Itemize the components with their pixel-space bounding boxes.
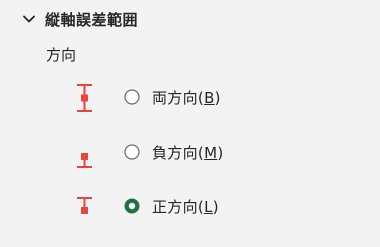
direction-option-plus[interactable]: 正方向(L) bbox=[70, 189, 320, 223]
radio-minus[interactable] bbox=[124, 144, 140, 160]
option-label-both: 両方向(B) bbox=[152, 88, 221, 107]
direction-group-label: 方向 bbox=[46, 46, 77, 64]
error-bar-minus-icon bbox=[77, 153, 92, 168]
direction-option-both[interactable]: 両方向(B) bbox=[70, 80, 320, 114]
option-label-plus: 正方向(L) bbox=[152, 197, 219, 216]
direction-option-minus[interactable]: 負方向(M) bbox=[70, 135, 320, 169]
vertical-error-bars-section-header[interactable]: 縦軸誤差範囲 bbox=[22, 7, 138, 31]
section-title: 縦軸誤差範囲 bbox=[45, 10, 139, 29]
option-label-minus: 負方向(M) bbox=[152, 143, 224, 162]
error-bar-plus-icon bbox=[77, 197, 92, 214]
radio-plus-selected[interactable] bbox=[124, 198, 140, 214]
error-bar-both-icon bbox=[77, 84, 92, 112]
chevron-down-icon bbox=[23, 15, 35, 23]
radio-both[interactable] bbox=[124, 89, 140, 105]
